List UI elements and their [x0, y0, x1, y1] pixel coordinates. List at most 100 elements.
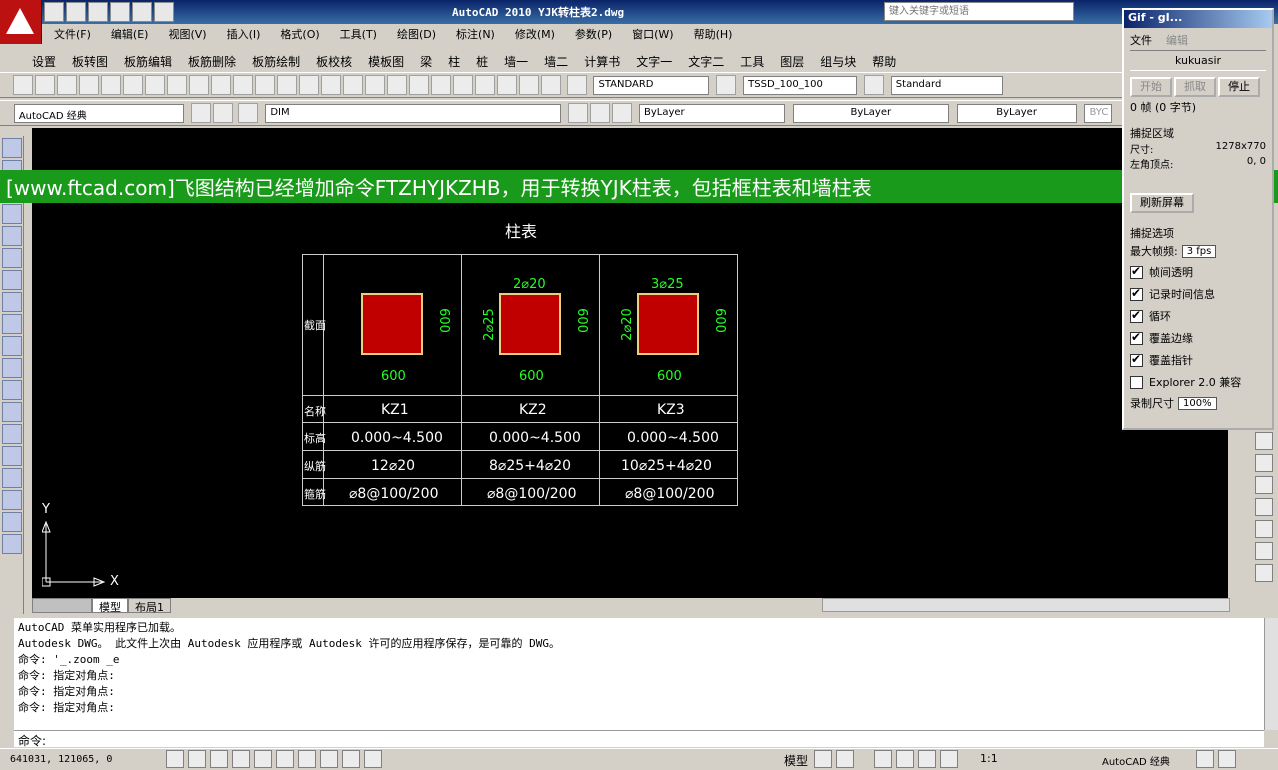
pan-icon[interactable]: [874, 750, 892, 768]
workspace-save-icon[interactable]: [212, 103, 233, 123]
layer-manager-icon[interactable]: [238, 103, 259, 123]
layer-previous-icon[interactable]: [590, 103, 611, 123]
menu-item[interactable]: 文件(F): [44, 24, 101, 43]
plugin-menu-item[interactable]: 桩: [468, 50, 496, 72]
dim-style-select[interactable]: TSSD_100_100: [743, 76, 858, 95]
command-line[interactable]: 命令:: [14, 730, 1264, 748]
calculator-icon[interactable]: [518, 75, 539, 95]
modify-tool-icon[interactable]: [1255, 432, 1273, 450]
menu-item[interactable]: 标注(N): [446, 24, 505, 43]
annotation-scale[interactable]: 1:1: [980, 752, 998, 765]
open-icon[interactable]: [34, 75, 55, 95]
text-style-select[interactable]: STANDARD: [593, 76, 710, 95]
plugin-tool-icon[interactable]: [2, 292, 22, 312]
plugin-tool-icon[interactable]: [2, 380, 22, 400]
plugin-tool-icon[interactable]: [2, 204, 22, 224]
zoom-window-icon[interactable]: [364, 75, 385, 95]
zoom-icon[interactable]: [896, 750, 914, 768]
modify-tool-icon[interactable]: [1255, 542, 1273, 560]
markup-icon[interactable]: [496, 75, 517, 95]
refresh-screen-button[interactable]: 刷新屏幕: [1130, 193, 1194, 213]
gif-option[interactable]: Explorer 2.0 兼容: [1130, 371, 1266, 393]
new-icon[interactable]: [12, 75, 33, 95]
lineweight-icon[interactable]: [364, 750, 382, 768]
menu-item[interactable]: 绘图(D): [387, 24, 446, 43]
menu-item[interactable]: 帮助(H): [684, 24, 743, 43]
plugin-tool-icon[interactable]: [2, 270, 22, 290]
plugin-menu-item[interactable]: 计算书: [576, 50, 628, 72]
plugin-menu-item[interactable]: 模板图: [360, 50, 412, 72]
plugin-tool-icon[interactable]: [2, 248, 22, 268]
save-icon[interactable]: [56, 75, 77, 95]
plugin-tool-icon[interactable]: [2, 468, 22, 488]
cut-icon[interactable]: [166, 75, 187, 95]
modify-tool-icon[interactable]: [1255, 476, 1273, 494]
plugin-menu-item[interactable]: 工具: [732, 50, 772, 72]
modify-tool-icon[interactable]: [1255, 454, 1273, 472]
help-icon[interactable]: [540, 75, 561, 95]
make-current-icon[interactable]: [568, 103, 589, 123]
clean-screen-icon[interactable]: [1218, 750, 1236, 768]
steering-wheel-icon[interactable]: [918, 750, 936, 768]
plot-icon[interactable]: [154, 2, 174, 22]
plugin-tool-icon[interactable]: [2, 512, 22, 532]
design-center-icon[interactable]: [430, 75, 451, 95]
ducs-icon[interactable]: [320, 750, 338, 768]
plugin-menu-item[interactable]: 柱: [440, 50, 468, 72]
publish-icon[interactable]: [122, 75, 143, 95]
plugin-tool-icon[interactable]: [2, 226, 22, 246]
menu-item[interactable]: 视图(V): [158, 24, 216, 43]
copy-icon[interactable]: [188, 75, 209, 95]
otrack-icon[interactable]: [298, 750, 316, 768]
zoom-previous-icon[interactable]: [386, 75, 407, 95]
modify-tool-icon[interactable]: [1255, 498, 1273, 516]
plugin-tool-icon[interactable]: [2, 402, 22, 422]
osnap-icon[interactable]: [276, 750, 294, 768]
workspace-switch[interactable]: AutoCAD 经典: [1102, 753, 1170, 768]
checkbox-icon[interactable]: [1130, 352, 1143, 367]
plugin-menu-item[interactable]: 板转图: [64, 50, 116, 72]
menu-item[interactable]: 编辑(E): [101, 24, 159, 43]
menu-item[interactable]: 插入(I): [217, 24, 271, 43]
modify-tool-icon[interactable]: [1255, 564, 1273, 582]
max-fps-select[interactable]: 3 fps: [1181, 244, 1217, 258]
plugin-tool-icon[interactable]: [2, 424, 22, 444]
undo-icon[interactable]: [110, 2, 130, 22]
modify-tool-icon[interactable]: [1255, 520, 1273, 538]
menu-item[interactable]: 修改(M): [505, 24, 565, 43]
gif-start-button[interactable]: 开始: [1130, 77, 1172, 97]
plugin-tool-icon[interactable]: [2, 446, 22, 466]
lock-icon[interactable]: [1196, 750, 1214, 768]
tab-model[interactable]: 模型: [92, 598, 128, 614]
model-icon[interactable]: [814, 750, 832, 768]
save-icon[interactable]: [88, 2, 108, 22]
linetype-select[interactable]: ByLayer: [792, 104, 949, 123]
plugin-menu-item[interactable]: 板校核: [308, 50, 360, 72]
gif-grab-button[interactable]: 抓取: [1174, 77, 1216, 97]
gif-option[interactable]: 覆盖边缘: [1130, 327, 1266, 349]
plugin-menu-item[interactable]: 板筋编辑: [116, 50, 180, 72]
layer-state-icon[interactable]: [612, 103, 633, 123]
pan-icon[interactable]: [320, 75, 341, 95]
menu-item[interactable]: 窗口(W): [622, 24, 683, 43]
search-input[interactable]: [884, 2, 1074, 21]
horizontal-scrollbar[interactable]: [822, 598, 1230, 612]
showmotion-icon[interactable]: [940, 750, 958, 768]
ortho-icon[interactable]: [232, 750, 250, 768]
open-icon[interactable]: [66, 2, 86, 22]
gif-menu-file[interactable]: 文件: [1130, 32, 1152, 50]
plugin-menu-item[interactable]: 组与块: [812, 50, 864, 72]
gif-menu-edit[interactable]: 编辑: [1166, 32, 1188, 50]
plugin-menu-item[interactable]: 板筋绘制: [244, 50, 308, 72]
paste-icon[interactable]: [210, 75, 231, 95]
checkbox-icon[interactable]: [1130, 286, 1143, 301]
record-size-select[interactable]: 100%: [1178, 396, 1217, 410]
new-icon[interactable]: [44, 2, 64, 22]
checkbox-icon[interactable]: [1130, 330, 1143, 345]
plugin-tool-icon[interactable]: [2, 314, 22, 334]
plugin-menu-item[interactable]: 梁: [412, 50, 440, 72]
properties-icon[interactable]: [408, 75, 429, 95]
redo-icon[interactable]: [298, 75, 319, 95]
tool-palette-icon[interactable]: [452, 75, 473, 95]
3d-icon[interactable]: [144, 75, 165, 95]
